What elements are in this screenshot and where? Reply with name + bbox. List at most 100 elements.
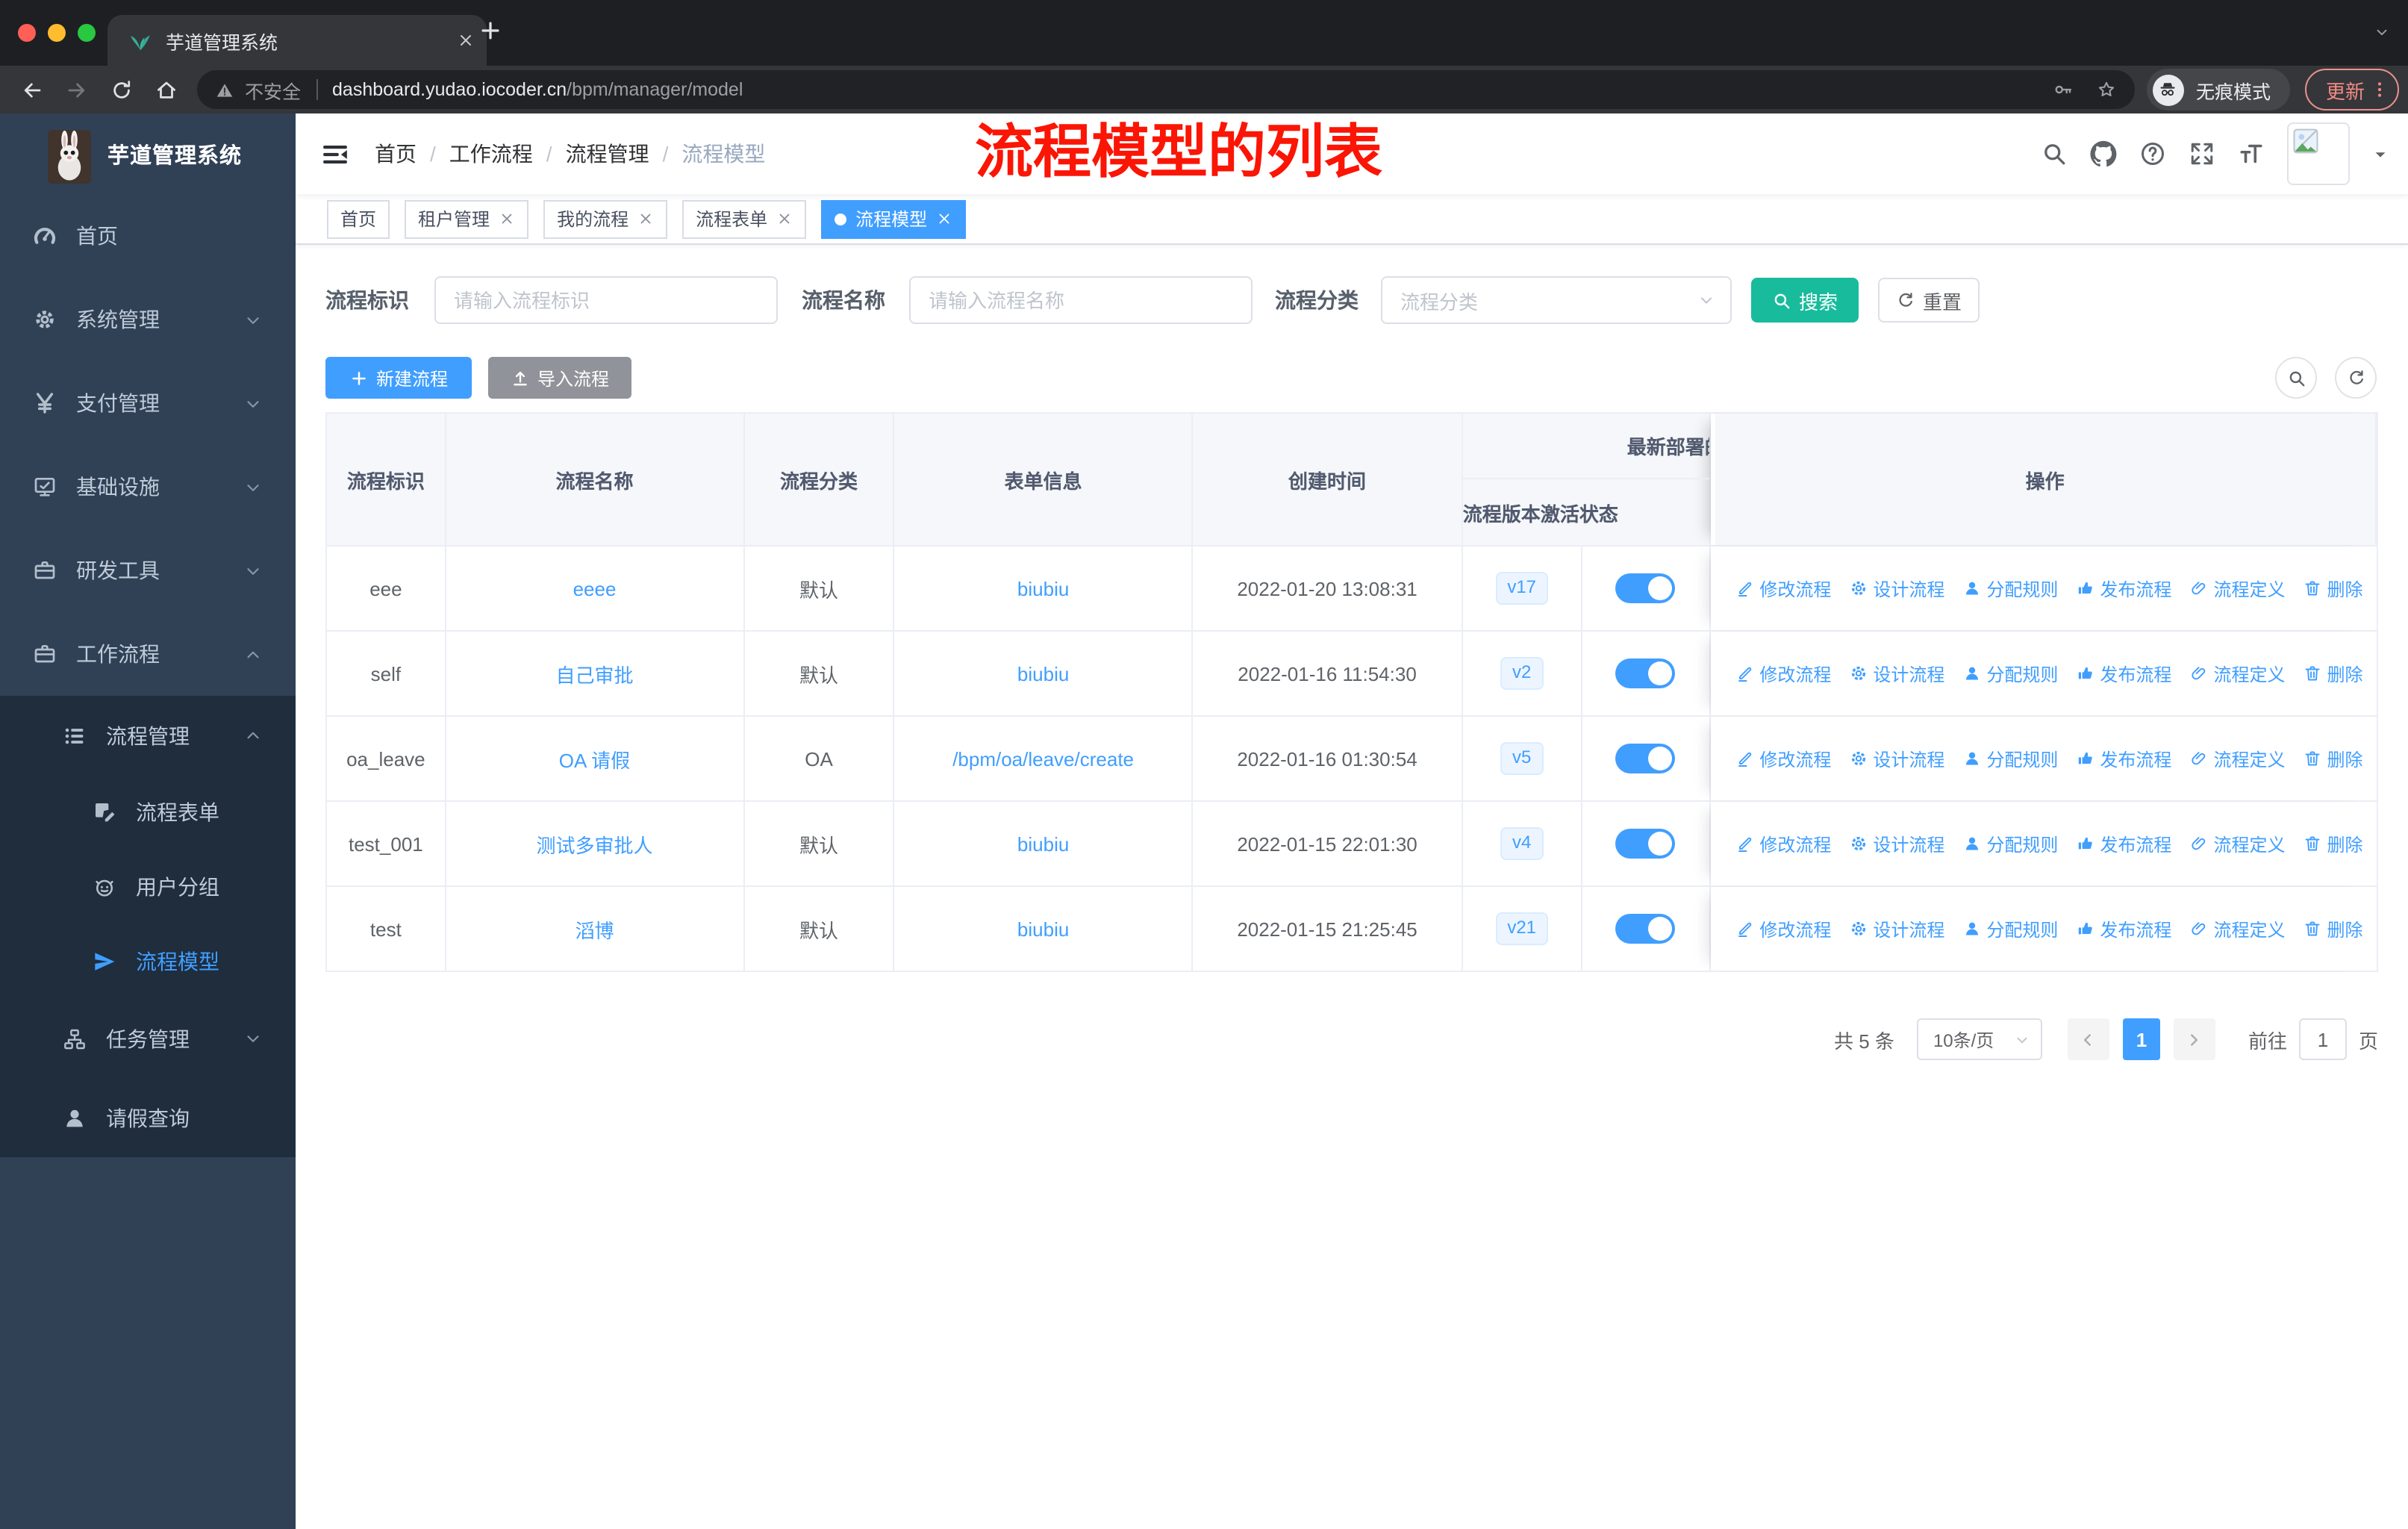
action-modify-link[interactable]: 修改流程 — [1735, 916, 1831, 941]
header-search-icon[interactable] — [2041, 140, 2068, 167]
form-info-link[interactable]: biubiu — [1017, 832, 1069, 855]
sidebar-collapse-button[interactable] — [321, 140, 349, 168]
action-modify-link[interactable]: 修改流程 — [1735, 576, 1831, 601]
tab-strip-chevron-down-icon[interactable] — [2374, 24, 2390, 40]
process-name-link[interactable]: OA 请假 — [559, 744, 630, 773]
tab-my-process[interactable]: 我的流程 — [543, 199, 668, 238]
action-design-link[interactable]: 设计流程 — [1849, 661, 1944, 686]
tab-home[interactable]: 首页 — [327, 199, 390, 238]
action-assign-link[interactable]: 分配规则 — [1962, 916, 2058, 941]
address-bar[interactable]: 不安全 dashboard.yudao.iocoder.cn /bpm/mana… — [197, 70, 2135, 109]
fullscreen-icon[interactable] — [2189, 140, 2215, 167]
tab-process-form[interactable]: 流程表单 — [682, 199, 807, 238]
active-toggle[interactable] — [1615, 573, 1676, 603]
show-search-toggle-button[interactable] — [2275, 357, 2317, 399]
close-tab-icon[interactable] — [499, 211, 515, 227]
action-publish-link[interactable]: 发布流程 — [2076, 661, 2171, 686]
process-name-input[interactable] — [909, 276, 1253, 324]
version-badge[interactable]: v21 — [1495, 912, 1549, 945]
process-name-link[interactable]: 滔博 — [575, 915, 614, 943]
breadcrumb-item[interactable]: 工作流程 — [449, 139, 533, 169]
new-tab-button[interactable] — [478, 18, 503, 43]
sidebar-item-user-group[interactable]: 用户分组 — [0, 850, 296, 924]
page-size-select[interactable]: 10条/页 — [1916, 1018, 2042, 1060]
action-definition-link[interactable]: 流程定义 — [2189, 576, 2285, 601]
tab-tenant[interactable]: 租户管理 — [405, 199, 529, 238]
action-delete-link[interactable]: 删除 — [2303, 746, 2363, 771]
version-badge[interactable]: v4 — [1500, 827, 1544, 860]
process-name-link[interactable]: 自己审批 — [555, 659, 633, 688]
sidebar-item-payment[interactable]: 支付管理 — [0, 361, 296, 445]
action-publish-link[interactable]: 发布流程 — [2076, 576, 2171, 601]
active-toggle[interactable] — [1615, 658, 1676, 688]
action-definition-link[interactable]: 流程定义 — [2189, 916, 2285, 941]
github-icon[interactable] — [2090, 140, 2117, 167]
action-definition-link[interactable]: 流程定义 — [2189, 831, 2285, 856]
process-name-link[interactable]: eeee — [573, 577, 617, 600]
form-info-link[interactable]: /bpm/oa/leave/create — [952, 747, 1134, 770]
user-avatar[interactable] — [2287, 122, 2350, 185]
minimize-window-button[interactable] — [48, 24, 66, 42]
action-modify-link[interactable]: 修改流程 — [1735, 831, 1831, 856]
help-icon[interactable] — [2139, 140, 2166, 167]
browser-tab[interactable]: 芋道管理系统 — [107, 15, 487, 66]
home-button[interactable] — [143, 69, 188, 110]
sidebar-item-process-manage[interactable]: 流程管理 — [0, 696, 296, 775]
action-assign-link[interactable]: 分配规则 — [1962, 831, 2058, 856]
action-assign-link[interactable]: 分配规则 — [1962, 746, 2058, 771]
active-toggle[interactable] — [1615, 914, 1676, 944]
process-category-select[interactable]: 流程分类 — [1381, 276, 1732, 324]
version-badge[interactable]: v5 — [1500, 742, 1544, 775]
sidebar-item-workflow[interactable]: 工作流程 — [0, 612, 296, 696]
action-publish-link[interactable]: 发布流程 — [2076, 746, 2171, 771]
version-badge[interactable]: v2 — [1500, 657, 1544, 690]
prev-page-button[interactable] — [2067, 1018, 2109, 1060]
back-button[interactable] — [9, 69, 54, 110]
action-modify-link[interactable]: 修改流程 — [1735, 746, 1831, 771]
action-design-link[interactable]: 设计流程 — [1849, 576, 1944, 601]
action-publish-link[interactable]: 发布流程 — [2076, 916, 2171, 941]
process-name-link[interactable]: 测试多审批人 — [536, 829, 652, 858]
action-delete-link[interactable]: 删除 — [2303, 916, 2363, 941]
action-assign-link[interactable]: 分配规则 — [1962, 576, 2058, 601]
zoom-window-button[interactable] — [78, 24, 96, 42]
action-design-link[interactable]: 设计流程 — [1849, 746, 1944, 771]
reset-button[interactable]: 重置 — [1878, 278, 1980, 323]
browser-update-button[interactable]: 更新 — [2304, 69, 2399, 110]
create-process-button[interactable]: 新建流程 — [325, 357, 472, 399]
action-assign-link[interactable]: 分配规则 — [1962, 661, 2058, 686]
sidebar-item-system[interactable]: 系统管理 — [0, 278, 296, 361]
action-modify-link[interactable]: 修改流程 — [1735, 661, 1831, 686]
form-info-link[interactable]: biubiu — [1017, 918, 1069, 940]
close-tab-icon[interactable] — [936, 211, 952, 227]
active-toggle[interactable] — [1615, 829, 1676, 859]
search-button[interactable]: 搜索 — [1751, 278, 1859, 323]
sidebar-item-infra[interactable]: 基础设施 — [0, 445, 296, 529]
password-key-icon[interactable] — [2053, 79, 2074, 100]
next-page-button[interactable] — [2173, 1018, 2215, 1060]
sidebar-logo[interactable]: 芋道管理系统 — [0, 113, 296, 194]
action-delete-link[interactable]: 删除 — [2303, 831, 2363, 856]
font-size-icon[interactable] — [2238, 140, 2265, 167]
close-tab-icon[interactable] — [457, 31, 475, 49]
form-info-link[interactable]: biubiu — [1017, 662, 1069, 685]
forward-button[interactable] — [54, 69, 99, 110]
action-definition-link[interactable]: 流程定义 — [2189, 661, 2285, 686]
close-tab-icon[interactable] — [637, 211, 654, 227]
browser-menu-dots-icon[interactable] — [2369, 79, 2390, 100]
current-page-button[interactable]: 1 — [2122, 1018, 2160, 1060]
import-process-button[interactable]: 导入流程 — [488, 357, 631, 399]
breadcrumb-item[interactable]: 首页 — [375, 139, 417, 169]
bookmark-star-icon[interactable] — [2096, 79, 2117, 100]
action-publish-link[interactable]: 发布流程 — [2076, 831, 2171, 856]
active-toggle[interactable] — [1615, 744, 1676, 773]
process-key-input[interactable] — [434, 276, 778, 324]
version-badge[interactable]: v17 — [1495, 572, 1549, 605]
action-design-link[interactable]: 设计流程 — [1849, 831, 1944, 856]
sidebar-item-home[interactable]: 首页 — [0, 194, 296, 278]
action-design-link[interactable]: 设计流程 — [1849, 916, 1944, 941]
action-definition-link[interactable]: 流程定义 — [2189, 746, 2285, 771]
action-delete-link[interactable]: 删除 — [2303, 661, 2363, 686]
reload-button[interactable] — [99, 69, 143, 110]
user-menu-caret-icon[interactable] — [2372, 146, 2389, 162]
